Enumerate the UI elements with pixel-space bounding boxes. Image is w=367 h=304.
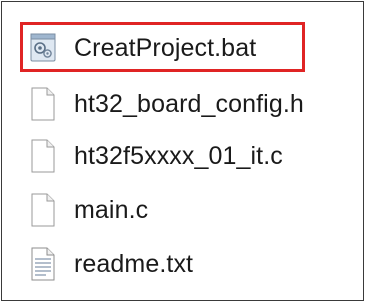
file-name: main.c <box>74 195 149 224</box>
file-item-readme-txt[interactable]: readme.txt <box>30 242 193 286</box>
text-file-icon <box>31 247 55 281</box>
file-list-panel: CreatProject.bat ht32_board_config.h ht3… <box>1 1 364 301</box>
file-item-ht32-board-config-h[interactable]: ht32_board_config.h <box>30 82 304 126</box>
file-name: ht32_board_config.h <box>74 89 304 118</box>
batch-file-icon <box>30 33 56 62</box>
file-list: CreatProject.bat ht32_board_config.h ht3… <box>2 2 363 300</box>
blank-file-icon <box>31 193 55 227</box>
file-name: ht32f5xxxx_01_it.c <box>74 141 283 170</box>
file-name: CreatProject.bat <box>74 33 257 62</box>
file-name: readme.txt <box>74 249 194 278</box>
file-item-creatproject-bat[interactable]: CreatProject.bat <box>30 26 256 70</box>
blank-file-icon <box>31 87 55 121</box>
file-item-ht32f5xxxx-01-it-c[interactable]: ht32f5xxxx_01_it.c <box>30 134 283 178</box>
file-item-main-c[interactable]: main.c <box>30 188 148 232</box>
blank-file-icon <box>31 139 55 173</box>
